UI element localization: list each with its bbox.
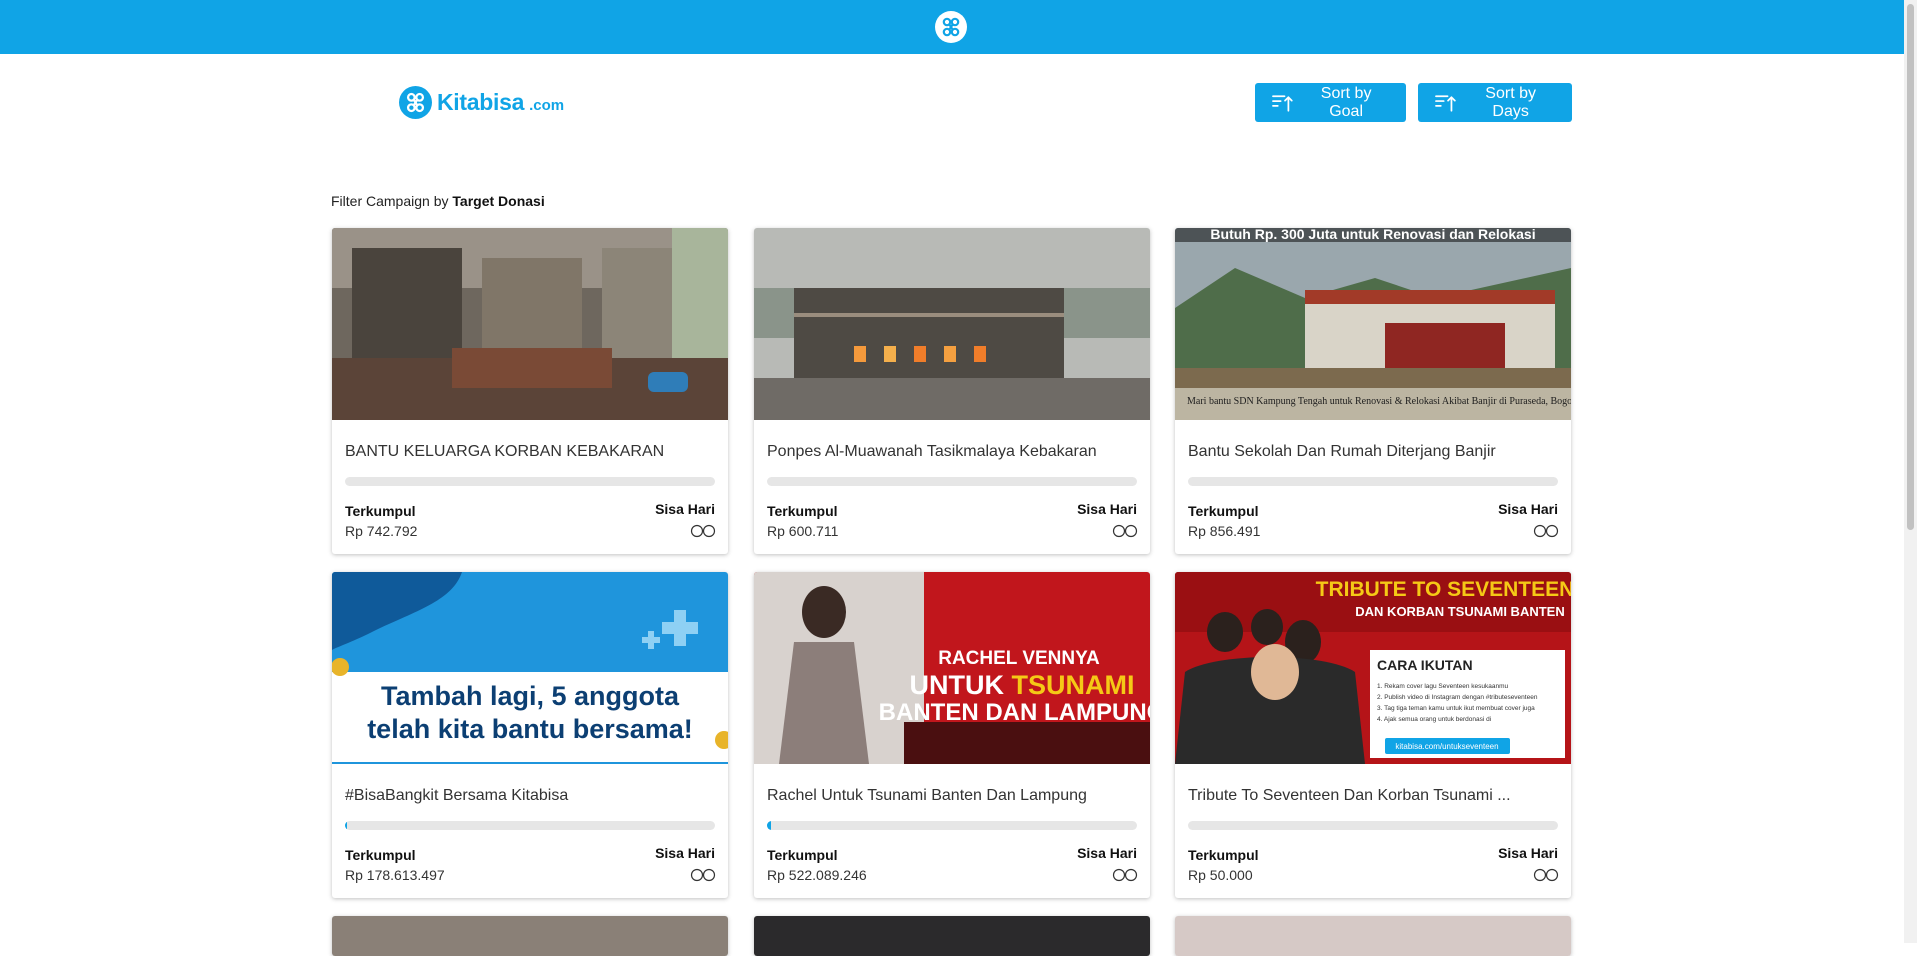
campaign-card[interactable]: Ponpes Al-Muawanah Tasikmalaya Kebakaran… [754,228,1150,554]
campaign-title[interactable]: #BisaBangkit Bersama Kitabisa [345,787,715,805]
collected-label: Terkumpul [767,847,838,863]
campaign-title[interactable]: Rachel Untuk Tsunami Banten Dan Lampung [767,787,1137,805]
infinity-icon [1112,868,1138,882]
collected-label: Terkumpul [1188,503,1259,519]
image-line-2: DAN KORBAN TSUNAMI BANTEN [1355,604,1564,619]
infinity-icon [1533,868,1559,882]
days-left-label: Sisa Hari [655,845,715,861]
sort-ascending-icon [1272,94,1293,112]
days-left-label: Sisa Hari [655,501,715,517]
image-caption-top: Butuh Rp. 300 Juta untuk Renovasi dan Re… [1210,228,1535,242]
image-line-1: RACHEL VENNYA [938,648,1100,669]
collected-amount: Rp 522.089.246 [767,867,867,883]
sort-by-goal-button[interactable]: Sort by Goal [1255,83,1406,122]
collected-label: Terkumpul [767,503,838,519]
brand-domain: .com [529,96,565,114]
collected-label: Terkumpul [1188,847,1259,863]
collected-amount: Rp 50.000 [1188,867,1253,883]
collected-amount: Rp 856.491 [1188,523,1261,539]
campaign-title[interactable]: BANTU KELUARGA KORBAN KEBAKARAN [345,443,715,461]
vertical-scrollbar[interactable] [1904,0,1917,943]
campaign-title[interactable]: Ponpes Al-Muawanah Tasikmalaya Kebakaran [767,443,1137,461]
sort-by-days-button[interactable]: Sort by Days [1418,83,1572,122]
image-line-2a: UNTUK [910,670,1012,700]
filter-value: Target Donasi [452,193,545,209]
campaign-image [1175,916,1571,956]
campaign-card[interactable] [754,916,1150,956]
campaign-image-burned-house [332,228,728,420]
sort-ascending-icon [1435,94,1456,112]
image-line-2b: TSUNAMI [1012,670,1135,700]
scrollbar-thumb[interactable] [1907,4,1914,530]
sort-by-goal-label: Sort by Goal [1320,84,1372,120]
image-line-2: telah kita bantu bersama! [367,714,693,744]
progress-bar [1188,477,1558,486]
campaign-image [754,916,1150,956]
image-line-1: TRIBUTE TO SEVENTEEN [1316,578,1571,601]
campaign-image-rachel-vennya: RACHEL VENNYA UNTUK TSUNAMI BANTEN DAN L… [754,572,1150,764]
campaign-image-flooded-school: Butuh Rp. 300 Juta untuk Renovasi dan Re… [1175,228,1571,420]
filter-label: Filter Campaign by Target Donasi [331,193,545,209]
campaign-title[interactable]: Bantu Sekolah Dan Rumah Diterjang Banjir [1188,443,1558,461]
image-step: 3. Tag tiga teman kamu untuk ikut membua… [1377,705,1535,712]
brand-logo[interactable]: Kitabisa .com [399,85,564,119]
campaign-card[interactable]: Butuh Rp. 300 Juta untuk Renovasi dan Re… [1175,228,1571,554]
top-header-bar [0,0,1904,54]
sort-by-days-label: Sort by Days [1485,84,1536,120]
collected-amount: Rp 742.792 [345,523,418,539]
image-box-title: CARA IKUTAN [1377,657,1473,673]
days-left-label: Sisa Hari [1498,845,1558,861]
kitabisa-logo-icon [399,85,432,119]
image-line-1: Tambah lagi, 5 anggota [381,681,680,711]
campaign-card[interactable]: BANTU KELUARGA KORBAN KEBAKARAN Terkumpu… [332,228,728,554]
campaign-card[interactable] [332,916,728,956]
progress-bar [767,821,1137,830]
image-step: 1. Rekam cover lagu Seventeen kesukaanmu [1377,683,1509,690]
days-left-label: Sisa Hari [1498,501,1558,517]
progress-bar [767,477,1137,486]
image-line-3: BANTEN DAN LAMPUNG [879,699,1150,726]
progress-bar [345,821,715,830]
kitabisa-logo-icon[interactable] [935,11,967,43]
image-caption-bottom: Mari bantu SDN Kampung Tengah untuk Reno… [1187,396,1571,407]
days-left-label: Sisa Hari [1077,501,1137,517]
days-left-label: Sisa Hari [1077,845,1137,861]
filter-prefix: Filter Campaign by [331,193,453,209]
image-step: 2. Publish video di Instagram dengan #tr… [1377,694,1538,701]
infinity-icon [690,868,716,882]
infinity-icon [1533,524,1559,538]
campaign-card[interactable]: TRIBUTE TO SEVENTEEN DAN KORBAN TSUNAMI … [1175,572,1571,898]
brand-name: Kitabisa [437,88,525,115]
campaign-image-bisabangkit: Tambah lagi, 5 anggota telah kita bantu … [332,572,728,764]
infinity-icon [1112,524,1138,538]
campaign-image-tribute-seventeen: TRIBUTE TO SEVENTEEN DAN KORBAN TSUNAMI … [1175,572,1571,764]
progress-fill [345,821,347,830]
campaign-card[interactable]: Tambah lagi, 5 anggota telah kita bantu … [332,572,728,898]
campaign-image [332,916,728,956]
image-link: kitabisa.com/untukseventeen [1395,742,1498,751]
progress-fill [767,821,771,830]
collected-label: Terkumpul [345,847,416,863]
collected-amount: Rp 178.613.497 [345,867,445,883]
image-step: 4. Ajak semua orang untuk berdonasi di [1377,716,1491,723]
campaign-image-burning-school [754,228,1150,420]
campaign-card[interactable]: RACHEL VENNYA UNTUK TSUNAMI BANTEN DAN L… [754,572,1150,898]
collected-label: Terkumpul [345,503,416,519]
progress-bar [1188,821,1558,830]
infinity-icon [690,524,716,538]
progress-bar [345,477,715,486]
campaign-title[interactable]: Tribute To Seventeen Dan Korban Tsunami … [1188,787,1558,805]
image-line-2: UNTUK TSUNAMI [910,670,1135,700]
collected-amount: Rp 600.711 [767,523,839,539]
campaign-card[interactable] [1175,916,1571,956]
